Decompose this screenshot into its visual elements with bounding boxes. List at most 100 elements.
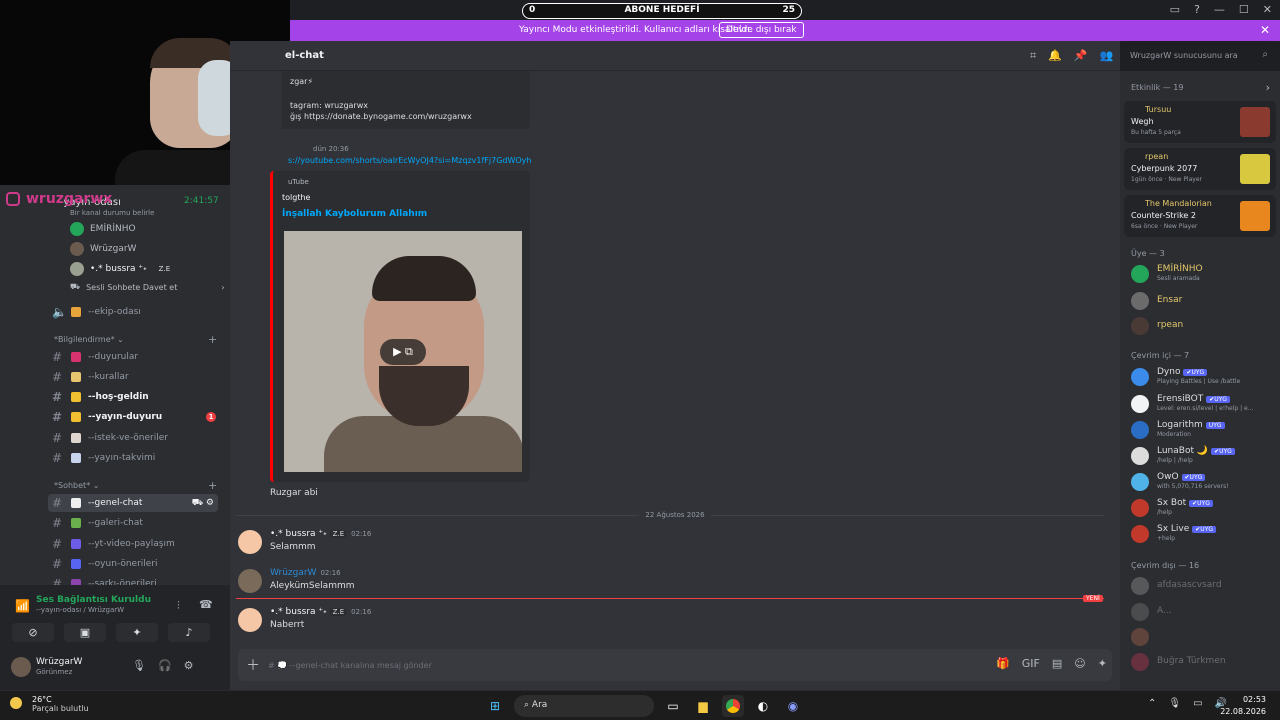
avatar[interactable]: [11, 657, 31, 677]
embed-title[interactable]: İnşallah Kaybolurum Allahım: [282, 209, 427, 219]
play-icon[interactable]: ▶ ⧉: [380, 339, 426, 365]
emoji-icon: [71, 498, 81, 508]
avatar: [1131, 628, 1149, 646]
gear-icon[interactable]: ⚙: [184, 659, 194, 672]
member-item[interactable]: afdasascvsard: [1131, 575, 1276, 597]
chevron-down-icon: ⌄: [117, 335, 124, 344]
microphone-icon[interactable]: 🎙: [1168, 698, 1181, 709]
file-explorer-icon[interactable]: ▆: [692, 695, 714, 717]
task-view-icon[interactable]: ▭: [662, 695, 684, 717]
soundboard-button[interactable]: ♪: [168, 623, 210, 642]
member-item[interactable]: [1131, 626, 1276, 648]
windows-start-icon[interactable]: ⊞: [484, 695, 506, 717]
member-item[interactable]: Logarithm UYG Moderation: [1131, 419, 1276, 441]
channel-yayin-duyuru[interactable]: # --yayın-duyuru 1: [52, 408, 222, 426]
avatar[interactable]: [238, 530, 262, 554]
emoji-icon: [71, 433, 81, 443]
embed-author[interactable]: tolgthe: [282, 193, 310, 202]
chevron-right-icon[interactable]: ›: [1266, 81, 1270, 94]
message-input[interactable]: [268, 657, 968, 673]
close-banner-icon[interactable]: ✕: [1260, 23, 1270, 37]
member-item[interactable]: LunaBot 🌙 ✔UYG /help | /help: [1131, 445, 1276, 467]
activities-button[interactable]: ✦: [116, 623, 158, 642]
microphone-icon[interactable]: 🎙: [132, 659, 146, 672]
screen-share-button[interactable]: ▣: [64, 623, 106, 642]
add-channel-icon[interactable]: +: [208, 479, 217, 492]
member-item[interactable]: Sx Bot ✔UYG /help: [1131, 497, 1276, 519]
person-add-icon: ⛟: [70, 282, 81, 291]
member-item[interactable]: OwO ✔UYG with 5,070,716 servers!: [1131, 471, 1276, 493]
sticker-icon[interactable]: ▤: [1052, 657, 1062, 670]
message-author[interactable]: •.* bussra ⁺˖ Z.E 02:16: [270, 529, 371, 539]
maximize-button[interactable]: ☐: [1239, 3, 1249, 16]
activity-card[interactable]: rpean Cyberpunk 2077 1gün önce · New Pla…: [1124, 148, 1276, 190]
server-search-input[interactable]: WruzgarW sunucusunu ara ⌕: [1123, 46, 1275, 66]
emoji-icon[interactable]: ☺: [1074, 657, 1085, 670]
member-item[interactable]: Sx Live ✔UYG +help: [1131, 523, 1276, 545]
inbox-icon[interactable]: ▭: [1170, 3, 1180, 16]
video-thumbnail[interactable]: ▶ ⧉: [284, 231, 522, 472]
channel-kurallar[interactable]: # --kurallar: [52, 368, 222, 386]
members-icon[interactable]: 👥: [1100, 49, 1114, 63]
channel-ekip-odasi[interactable]: 🔈 --ekip-odası: [52, 303, 222, 321]
bell-icon[interactable]: 🔔: [1048, 49, 1062, 63]
app-icon[interactable]: ◐: [752, 695, 774, 717]
disable-streamer-mode-button[interactable]: Devre dışı bırak: [719, 22, 804, 38]
member-item[interactable]: ErensiBOT ✔UYG Level: eren.si/level | e!h…: [1131, 393, 1276, 415]
channel-duyurular[interactable]: # --duyurular: [52, 348, 222, 366]
channel-yayin-takvimi[interactable]: # --yayın-takvimi: [52, 449, 222, 467]
member-item[interactable]: Dyno ✔UYG Playing Battles | Use /battle: [1131, 366, 1276, 388]
headphones-icon[interactable]: 🎧: [158, 659, 172, 672]
member-item[interactable]: Buğra Türkmen: [1131, 651, 1276, 673]
noise-suppression-icon[interactable]: ⫶: [177, 599, 180, 613]
member-item[interactable]: rpean: [1131, 315, 1276, 337]
channel-hos-geldin[interactable]: # --hoş-geldin: [52, 388, 222, 406]
member-item[interactable]: A...: [1131, 601, 1276, 623]
chevron-up-icon[interactable]: ⌃: [1148, 698, 1156, 709]
voice-channel-info[interactable]: --yayın-odası / WrüzgarW: [36, 606, 124, 614]
activity-card[interactable]: The Mandalorian Counter-Strike 2 6sa önc…: [1124, 195, 1276, 237]
message-author[interactable]: WrüzgarW 02:16: [270, 568, 341, 578]
camera-off-button[interactable]: ⊘: [12, 623, 54, 642]
chrome-icon[interactable]: [722, 695, 744, 717]
add-channel-icon[interactable]: +: [208, 333, 217, 346]
gift-icon[interactable]: 🎁: [996, 657, 1010, 670]
channel-yt-video[interactable]: # --yt-video-paylaşım: [52, 535, 222, 553]
activity-card[interactable]: Tursuu Wegh Bu hafta 5 parça: [1124, 101, 1276, 143]
voice-user[interactable]: •.* bussra ⁺˖ Z.E: [70, 261, 174, 277]
help-icon[interactable]: ?: [1194, 3, 1200, 16]
invite-to-voice[interactable]: ⛟ Sesli Sohbete Davet et ›: [70, 279, 225, 295]
youtube-link[interactable]: s://youtube.com/shorts/oalrEcWyOJ4?si=Mz…: [288, 156, 531, 165]
channel-status-input[interactable]: Bir kanal durumu belirle: [70, 209, 154, 217]
voice-user[interactable]: WrüzgarW: [70, 241, 136, 257]
category-sohbet[interactable]: *Sohbet* ⌄ +: [54, 479, 217, 492]
gif-icon[interactable]: GIF: [1022, 657, 1040, 670]
message-author[interactable]: •.* bussra ⁺˖ Z.E 02:16: [270, 607, 371, 617]
pin-icon[interactable]: 📌: [1074, 49, 1088, 63]
avatar[interactable]: [238, 569, 262, 593]
close-window-button[interactable]: ✕: [1263, 3, 1272, 16]
avatar[interactable]: [238, 608, 262, 632]
weather-widget[interactable]: 26°C Parçalı bulutlu: [10, 695, 89, 713]
clock[interactable]: 02:53 22.08.2026: [1220, 694, 1266, 718]
channel-istek-ve-oneriler[interactable]: # --istek-ve-öneriler: [52, 429, 222, 447]
member-item[interactable]: Ensar: [1131, 290, 1276, 312]
display-icon[interactable]: ▭: [1193, 698, 1202, 709]
hash-icon: #: [52, 350, 63, 364]
attach-plus-icon[interactable]: ＋: [246, 655, 260, 675]
minimize-button[interactable]: —: [1214, 3, 1225, 16]
disconnect-icon[interactable]: ☎: [199, 598, 213, 611]
voice-user[interactable]: EMİRİNHO: [70, 221, 136, 237]
taskbar-search[interactable]: ⌕ Ara: [514, 695, 654, 717]
channel-genel-chat[interactable]: # --genel-chat ⛟ ⚙: [48, 494, 218, 512]
channel-oyun-onerileri[interactable]: # --oyun-önerileri: [52, 555, 222, 573]
user-name[interactable]: WrüzgarW: [36, 657, 82, 667]
apps-icon[interactable]: ✦: [1098, 657, 1107, 670]
channel-galeri-chat[interactable]: # --galeri-chat: [52, 514, 222, 532]
member-item[interactable]: EMİRİNHO Sesli aramada: [1131, 263, 1276, 285]
discord-icon[interactable]: ◉: [782, 695, 804, 717]
category-bilgilendirme[interactable]: *Bilgilendirme* ⌄ +: [54, 333, 217, 346]
threads-icon[interactable]: ⌗: [1030, 49, 1036, 63]
invite-settings-icons[interactable]: ⛟ ⚙: [192, 498, 214, 509]
emoji-icon: [71, 372, 81, 382]
